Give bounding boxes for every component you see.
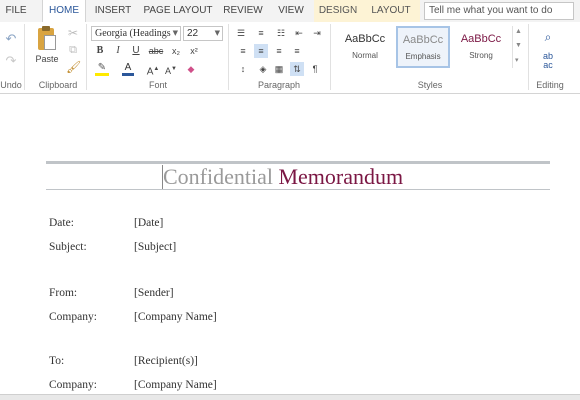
style-preview: AaBbCc	[402, 34, 444, 46]
style-preview: AaBbCc	[460, 33, 502, 45]
company-name-field[interactable]: [Company Name]	[134, 311, 217, 323]
highlight-icon[interactable]: ✎	[93, 62, 111, 76]
title-part-2: Memorandum	[278, 164, 404, 189]
paste-icon[interactable]	[36, 26, 56, 52]
title-rule-bottom	[46, 189, 550, 190]
tab-insert[interactable]: INSERT	[90, 0, 136, 22]
page-title[interactable]: Confidential Memorandum	[163, 164, 403, 190]
replace-icon[interactable]: ab ac	[538, 52, 558, 70]
group-label-undo: Undo	[0, 80, 22, 90]
undo-icon[interactable]: ↶	[4, 32, 18, 46]
horizontal-scrollbar[interactable]	[0, 394, 580, 400]
clear-formatting-icon[interactable]: ◆	[184, 62, 198, 76]
line-spacing-icon[interactable]: ↕	[236, 62, 250, 76]
shading-icon[interactable]: ◈	[256, 62, 270, 76]
group-label-font: Font	[148, 80, 167, 90]
cut-icon[interactable]: ✂	[66, 26, 80, 40]
show-marks-icon[interactable]: ¶	[308, 62, 322, 76]
font-family-value: Georgia (Headings	[95, 28, 171, 39]
company-name-field[interactable]: [Company Name]	[134, 379, 217, 391]
style-name: Normal	[352, 51, 378, 60]
tab-layout[interactable]: LAYOUT	[362, 0, 420, 22]
styles-scroller[interactable]: ▲ ▼ ▾	[512, 26, 524, 68]
group-divider	[228, 24, 229, 90]
group-label-styles: Styles	[417, 80, 443, 90]
superscript-icon[interactable]: x²	[187, 44, 201, 58]
chevron-down-icon: ▼	[214, 29, 220, 37]
group-label-clipboard: Clipboard	[38, 80, 78, 90]
font-color-icon[interactable]: A	[120, 62, 136, 76]
shrink-font-icon[interactable]: A▼	[164, 62, 178, 76]
tab-file[interactable]: FILE	[0, 0, 32, 22]
strikethrough-icon[interactable]: abc	[147, 44, 165, 58]
multilevel-list-icon[interactable]: ☷	[274, 26, 288, 40]
style-name: Strong	[469, 51, 493, 60]
italic-icon[interactable]: I	[111, 44, 125, 58]
group-label-editing: Editing	[536, 80, 564, 90]
redo-icon[interactable]: ↷	[4, 54, 18, 68]
document-page[interactable]: Confidential Memorandum Date: [Date] Sub…	[0, 95, 580, 400]
font-family-select[interactable]: Georgia (Headings ▼	[91, 26, 181, 41]
underline-icon[interactable]: U	[129, 44, 143, 58]
sender-field[interactable]: [Sender]	[134, 287, 174, 299]
company-label: Company:	[49, 379, 97, 391]
copy-icon[interactable]: ⧉	[66, 43, 80, 57]
title-part-1: Confidential	[163, 164, 273, 189]
grow-font-icon[interactable]: A▲	[146, 62, 160, 77]
font-size-value: 22	[187, 28, 199, 39]
style-emphasis[interactable]: AaBbCc Emphasis	[396, 26, 450, 68]
subscript-icon[interactable]: x₂	[169, 44, 183, 58]
format-painter-icon[interactable]: 🖌	[66, 60, 81, 74]
align-left-icon[interactable]: ≡	[236, 44, 250, 58]
style-strong[interactable]: AaBbCc Strong	[454, 26, 508, 68]
tab-design[interactable]: DESIGN	[314, 0, 362, 22]
recipient-field[interactable]: [Recipient(s)]	[134, 355, 198, 367]
borders-icon[interactable]: ▦	[272, 62, 286, 76]
find-icon[interactable]: ⌕	[540, 30, 556, 44]
chevron-up-icon[interactable]: ▲	[515, 28, 522, 35]
subject-field[interactable]: [Subject]	[134, 241, 176, 253]
group-divider	[86, 24, 87, 90]
tab-home[interactable]: HOME	[42, 0, 86, 22]
decrease-indent-icon[interactable]: ⇤	[292, 26, 306, 40]
justify-icon[interactable]: ≡	[290, 44, 304, 58]
font-size-select[interactable]: 22 ▼	[183, 26, 223, 41]
style-normal[interactable]: AaBbCc Normal	[338, 26, 392, 68]
bullets-icon[interactable]: ☰	[234, 26, 248, 40]
numbering-icon[interactable]: ≡	[254, 26, 268, 40]
chevron-down-icon[interactable]: ▼	[515, 42, 522, 49]
ribbon: ↶ ↷ Undo Paste ✂ ⧉ 🖌 Clipboard Georgia (…	[0, 22, 580, 94]
group-divider	[528, 24, 529, 90]
subject-label: Subject:	[49, 241, 87, 253]
group-divider	[330, 24, 331, 90]
tab-review[interactable]: REVIEW	[220, 0, 266, 22]
group-divider	[24, 24, 25, 90]
paste-button[interactable]: Paste	[34, 54, 60, 64]
align-center-icon[interactable]: ≡	[254, 44, 268, 58]
style-preview: AaBbCc	[344, 33, 386, 45]
group-label-paragraph: Paragraph	[257, 80, 301, 90]
chevron-down-icon: ▼	[172, 29, 178, 37]
date-field[interactable]: [Date]	[134, 217, 163, 229]
sort-icon[interactable]: ⇅	[290, 62, 304, 76]
to-label: To:	[49, 355, 65, 367]
bold-icon[interactable]: B	[93, 44, 107, 58]
ribbon-tab-bar: FILE HOME INSERT PAGE LAYOUT REVIEW VIEW…	[0, 0, 580, 22]
tab-page-layout[interactable]: PAGE LAYOUT	[142, 0, 214, 22]
company-label: Company:	[49, 311, 97, 323]
tell-me-search[interactable]: Tell me what you want to do	[424, 2, 574, 20]
tab-view[interactable]: VIEW	[272, 0, 310, 22]
date-label: Date:	[49, 217, 74, 229]
more-styles-icon[interactable]: ▾	[515, 56, 519, 64]
align-right-icon[interactable]: ≡	[272, 44, 286, 58]
increase-indent-icon[interactable]: ⇥	[310, 26, 324, 40]
style-name: Emphasis	[405, 52, 441, 61]
from-label: From:	[49, 287, 78, 299]
